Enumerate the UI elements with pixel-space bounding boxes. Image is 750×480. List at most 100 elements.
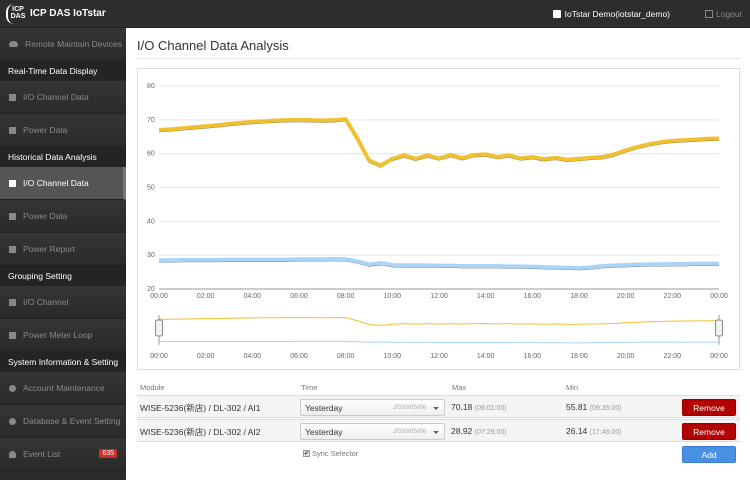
sync-selector[interactable]: ✔ Sync Selector	[303, 449, 358, 458]
logo: ICP DAS	[6, 4, 28, 24]
list-icon	[9, 298, 16, 306]
min-time: (09:35:00)	[589, 405, 622, 412]
chart-icon	[9, 179, 16, 187]
sidebar-item-h-power[interactable]: Power Data	[0, 200, 126, 233]
caret-down-icon	[433, 407, 439, 410]
list-icon	[9, 331, 16, 339]
label: Event List	[23, 449, 61, 459]
x-tick-label: 12:00	[430, 293, 448, 300]
min-value: 55.81 (09:35:00)	[566, 402, 622, 412]
sidebar-item-g-io-channel[interactable]: I/O Channel	[0, 286, 126, 319]
navigator-handle-left[interactable]	[155, 319, 163, 337]
series-line-2	[159, 256, 719, 271]
section-historical: Historical Data Analysis	[0, 147, 126, 167]
min-value: 26.14 (17:46:00)	[566, 426, 622, 436]
remove-button[interactable]: Remove	[682, 399, 736, 416]
time-value: Yesterday	[305, 403, 343, 413]
cloud-icon	[9, 41, 18, 47]
checkbox-checked-icon[interactable]: ✔	[303, 450, 310, 457]
x-tick-label: 10:00	[384, 293, 402, 300]
brand-name: ICP DAS IoTstar	[30, 8, 106, 19]
line-chart[interactable]: 20 30 40 50 60 70 80 00:00 00:00 02:00 02:00 04:00 0…	[138, 69, 741, 371]
col-max: Max	[452, 383, 467, 392]
remove-button[interactable]: Remove	[682, 423, 736, 440]
series-line-1	[158, 117, 720, 168]
x-tick-label: 18:00	[570, 293, 588, 300]
bell-icon	[9, 450, 16, 458]
y-tick-label: 20	[147, 286, 155, 293]
navigator-tick-label: 10:00	[384, 353, 402, 360]
x-tick-label: 04:00	[244, 293, 262, 300]
label: Database & Event Setting	[23, 416, 121, 426]
min: 26.14	[566, 426, 588, 436]
navigator-tick-label: 22:00	[664, 353, 682, 360]
x-tick-label: 20:00	[617, 293, 635, 300]
time-select[interactable]: Yesterday 2020/05/06	[300, 399, 445, 416]
chart-icon	[9, 126, 16, 134]
navigator-tick-label: 16:00	[524, 353, 542, 360]
sidebar-item-event-list[interactable]: Event List 635	[0, 438, 126, 471]
navigator-series-1	[158, 316, 720, 326]
sync-label: Sync Selector	[312, 449, 359, 458]
sidebar-item-rt-power[interactable]: Power Data	[0, 114, 126, 147]
label: I/O Channel	[23, 297, 69, 307]
report-icon	[9, 245, 16, 253]
add-button[interactable]: Add	[682, 446, 736, 463]
sidebar: Remote Maintain Devices Real-Time Data D…	[0, 28, 126, 480]
sidebar-item-remote-maintain[interactable]: Remote Maintain Devices	[0, 28, 126, 61]
col-time: Time	[301, 383, 318, 392]
label: Account Maintenance	[23, 383, 105, 393]
y-tick-label: 40	[147, 218, 155, 225]
chart-icon	[9, 212, 16, 220]
module-name: WISE-5236(新店) / DL-302 / AI2	[140, 427, 261, 437]
max-time: (08:01:00)	[474, 405, 507, 412]
max: 28.92	[451, 426, 473, 436]
page-title: I/O Channel Data Analysis	[137, 38, 289, 53]
x-tick-label: 08:00	[337, 293, 355, 300]
sidebar-item-power-meter-loop[interactable]: Power Meter Loop	[0, 319, 126, 352]
sidebar-item-account[interactable]: Account Maintenance	[0, 372, 126, 405]
navigator-tick-label: 02:00	[197, 353, 215, 360]
x-tick-label: 00:00	[150, 293, 168, 300]
min-time: (17:46:00)	[589, 429, 622, 436]
table-row: WISE-5236(新店) / DL-302 / AI1 Yesterday 20…	[137, 395, 740, 418]
navigator-tick-label: 20:00	[617, 353, 635, 360]
label: I/O Channel Data	[23, 92, 89, 102]
navigator-tick-label: 14:00	[477, 353, 495, 360]
min: 55.81	[566, 402, 588, 412]
gear-icon	[9, 417, 16, 425]
navigator-handle-right[interactable]	[715, 319, 723, 337]
x-tick-label: 02:00	[197, 293, 215, 300]
label: Power Data	[23, 211, 68, 221]
navigator-tick-label: 06:00	[290, 353, 308, 360]
logout-button[interactable]: Logout	[705, 9, 742, 19]
user-name: IoTstar Demo(iotstar_demo)	[564, 9, 670, 19]
y-tick-label: 70	[147, 117, 155, 124]
y-tick-label: 80	[147, 83, 155, 90]
navigator-tick-label: 12:00	[430, 353, 448, 360]
gear-icon	[9, 384, 16, 392]
time-value: Yesterday	[305, 427, 343, 437]
y-tick-label: 30	[147, 252, 155, 259]
user-menu[interactable]: IoTstar Demo(iotstar_demo)	[552, 9, 670, 19]
max-value: 70.18 (08:01:00)	[451, 402, 507, 412]
section-realtime: Real-Time Data Display	[0, 61, 126, 81]
label: I/O Channel Data	[23, 178, 89, 188]
max: 70.18	[451, 402, 473, 412]
section-system: System Information & Setting	[0, 352, 126, 372]
event-count-badge: 635	[99, 449, 117, 458]
label: Remote Maintain Devices	[25, 39, 122, 49]
sidebar-item-h-io-channel[interactable]: I/O Channel Data	[0, 167, 126, 200]
navigator-tick-label: 18:00	[570, 353, 588, 360]
col-module: Module	[140, 383, 165, 392]
sidebar-item-rt-io-channel[interactable]: I/O Channel Data	[0, 81, 126, 114]
x-tick-label: 14:00	[477, 293, 495, 300]
navigator-tick-label: 08:00	[337, 353, 355, 360]
sidebar-item-power-report[interactable]: Power Report	[0, 233, 126, 266]
navigator-tick-label: 00:00	[710, 353, 728, 360]
time-select[interactable]: Yesterday 2020/05/06	[300, 423, 445, 440]
navigator-tick-label: 04:00	[244, 353, 262, 360]
section-grouping: Grouping Setting	[0, 266, 126, 286]
max-value: 28.92 (07:29:00)	[451, 426, 507, 436]
sidebar-item-database[interactable]: Database & Event Setting	[0, 405, 126, 438]
